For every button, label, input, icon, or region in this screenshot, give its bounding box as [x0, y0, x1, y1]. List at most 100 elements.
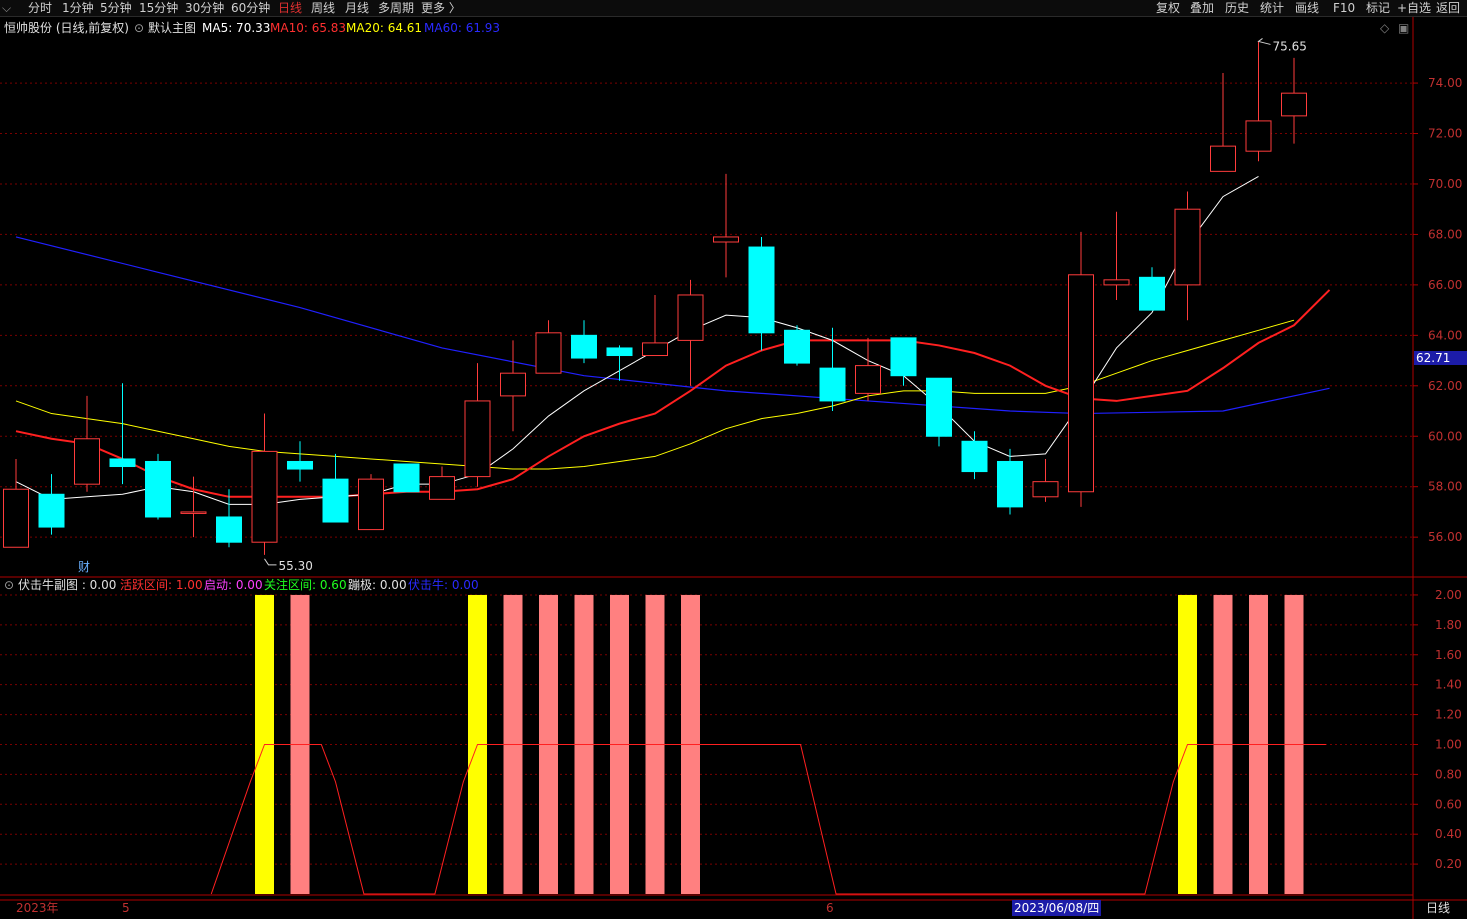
candle[interactable] — [464, 363, 491, 487]
candle[interactable] — [677, 279, 704, 386]
candle[interactable] — [393, 463, 420, 493]
candle-body — [38, 493, 65, 528]
candle[interactable] — [1281, 57, 1307, 144]
candle[interactable] — [251, 413, 278, 555]
high-price-label: 75.65 — [1273, 39, 1307, 53]
candle[interactable] — [748, 236, 775, 351]
candle-body — [500, 372, 526, 397]
candle[interactable] — [322, 453, 349, 523]
period-toolbar: 分时 1分钟 5分钟 15分钟 30分钟 60分钟 日线 周线 月线 多周期 更多 〉 复权 叠加 历史统… — [0, 0, 1467, 17]
collapse-icon[interactable]: ⌵ — [2, 0, 11, 16]
toolbar-button-0[interactable]: 复权 — [1156, 0, 1180, 16]
candle[interactable] — [1032, 458, 1059, 502]
toolbar-button-2[interactable]: 历史 — [1225, 0, 1249, 16]
candle[interactable] — [500, 340, 526, 432]
price-tick-label: 60.00 — [1428, 429, 1462, 443]
candle-body — [3, 488, 29, 548]
candle[interactable] — [287, 441, 313, 482]
candle[interactable] — [1245, 41, 1272, 162]
candle-body — [145, 460, 171, 518]
diamond-icon[interactable]: ◇ — [1380, 21, 1389, 35]
candle-body — [287, 460, 313, 470]
candle[interactable] — [926, 377, 952, 447]
low-price-arrow — [264, 558, 277, 566]
candle-body — [677, 294, 704, 341]
panel-settings-icon[interactable]: ▣ — [1398, 21, 1409, 35]
period-tab-1[interactable]: 1分钟 — [62, 0, 94, 16]
sub-tick-label: 0.80 — [1435, 767, 1462, 781]
toolbar-button-8[interactable]: 返回 — [1436, 0, 1460, 16]
period-tab-8[interactable]: 月线 — [345, 0, 369, 16]
price-tick-label: 68.00 — [1428, 227, 1462, 241]
focus-range-label: 关注区间: 0.60 — [264, 578, 347, 592]
sub-tick-label: 1.60 — [1435, 648, 1462, 662]
candle[interactable] — [642, 294, 668, 357]
low-price-label: 55.30 — [279, 559, 313, 573]
toolbar-button-3[interactable]: 统计 — [1260, 0, 1284, 16]
candle-body — [961, 440, 988, 473]
candle[interactable] — [997, 448, 1023, 515]
candle[interactable] — [571, 320, 597, 364]
period-tab-0[interactable]: 分时 — [28, 0, 52, 16]
period-tab-9[interactable]: 多周期 — [378, 0, 414, 16]
candle[interactable] — [358, 474, 384, 531]
candle[interactable] — [1068, 231, 1094, 507]
toolbar-button-7[interactable]: +自选 — [1397, 0, 1431, 16]
candle-body — [1281, 92, 1307, 117]
candle[interactable] — [429, 466, 455, 500]
candle-body — [997, 460, 1023, 508]
toolbar-button-4[interactable]: 画线 — [1295, 0, 1319, 16]
candle[interactable] — [3, 458, 29, 548]
sub-tick-label: 0.60 — [1435, 797, 1462, 811]
candle[interactable] — [145, 453, 171, 520]
candle[interactable] — [216, 489, 242, 548]
candle[interactable] — [74, 395, 100, 492]
year-label: 2023年 — [16, 901, 59, 915]
candle[interactable] — [1139, 267, 1165, 311]
sub-tick-label: 0.40 — [1435, 827, 1462, 841]
candle-body — [571, 334, 597, 359]
price-tick-label: 74.00 — [1428, 76, 1462, 90]
toolbar-button-1[interactable]: 叠加 — [1190, 0, 1214, 16]
candle[interactable] — [1174, 191, 1201, 321]
cursor-date-label: 2023/06/08/四 — [1012, 900, 1102, 916]
candle-body — [606, 347, 633, 357]
financial-report-marker[interactable]: 财 — [78, 560, 90, 574]
period-tab-7[interactable]: 周线 — [311, 0, 335, 16]
candle-body — [429, 476, 455, 500]
period-tab-2[interactable]: 5分钟 — [100, 0, 132, 16]
candle[interactable] — [38, 474, 65, 535]
toolbar-button-6[interactable]: 标记 — [1366, 0, 1390, 16]
current-price-tag: 62.71 — [1414, 351, 1467, 365]
period-tab-6[interactable]: 日线 — [278, 0, 302, 16]
subchart-toggle-icon[interactable]: ⊙ — [4, 578, 14, 592]
period-tab-3[interactable]: 15分钟 — [139, 0, 178, 16]
candle[interactable] — [890, 337, 917, 386]
toolbar-button-5[interactable]: F10 — [1333, 0, 1355, 16]
period-tab-5[interactable]: 60分钟 — [231, 0, 270, 16]
stock-chart[interactable]: 56.0058.0060.0062.0064.0066.0068.0070.00… — [0, 0, 1467, 919]
template-name[interactable]: 默认主图 — [148, 21, 196, 35]
candle[interactable] — [1210, 72, 1236, 172]
candle[interactable] — [535, 320, 562, 374]
price-tick-label: 66.00 — [1428, 278, 1462, 292]
candle-body — [819, 367, 846, 402]
candle-body — [464, 400, 491, 478]
ma20-label: MA20: 64.61 — [346, 21, 423, 35]
candle[interactable] — [1103, 211, 1130, 301]
candle[interactable] — [784, 325, 810, 366]
ma5-label: MA5: 70.33 — [202, 21, 271, 35]
candle[interactable] — [961, 431, 988, 480]
candle[interactable] — [109, 383, 136, 485]
sub-tick-label: 2.00 — [1435, 588, 1462, 602]
stock-title: 恒帅股份 (日线,前复权) — [4, 21, 129, 35]
candle-body — [1068, 274, 1094, 493]
template-toggle-icon[interactable]: ⊙ — [134, 21, 144, 35]
candle[interactable] — [713, 173, 739, 278]
period-tab-10[interactable]: 更多 〉 — [421, 0, 461, 16]
period-tab-4[interactable]: 30分钟 — [185, 0, 224, 16]
candle-body — [890, 337, 917, 377]
candle[interactable] — [855, 337, 881, 401]
candle-body — [216, 516, 242, 543]
ma60-label: MA60: 61.93 — [424, 21, 501, 35]
